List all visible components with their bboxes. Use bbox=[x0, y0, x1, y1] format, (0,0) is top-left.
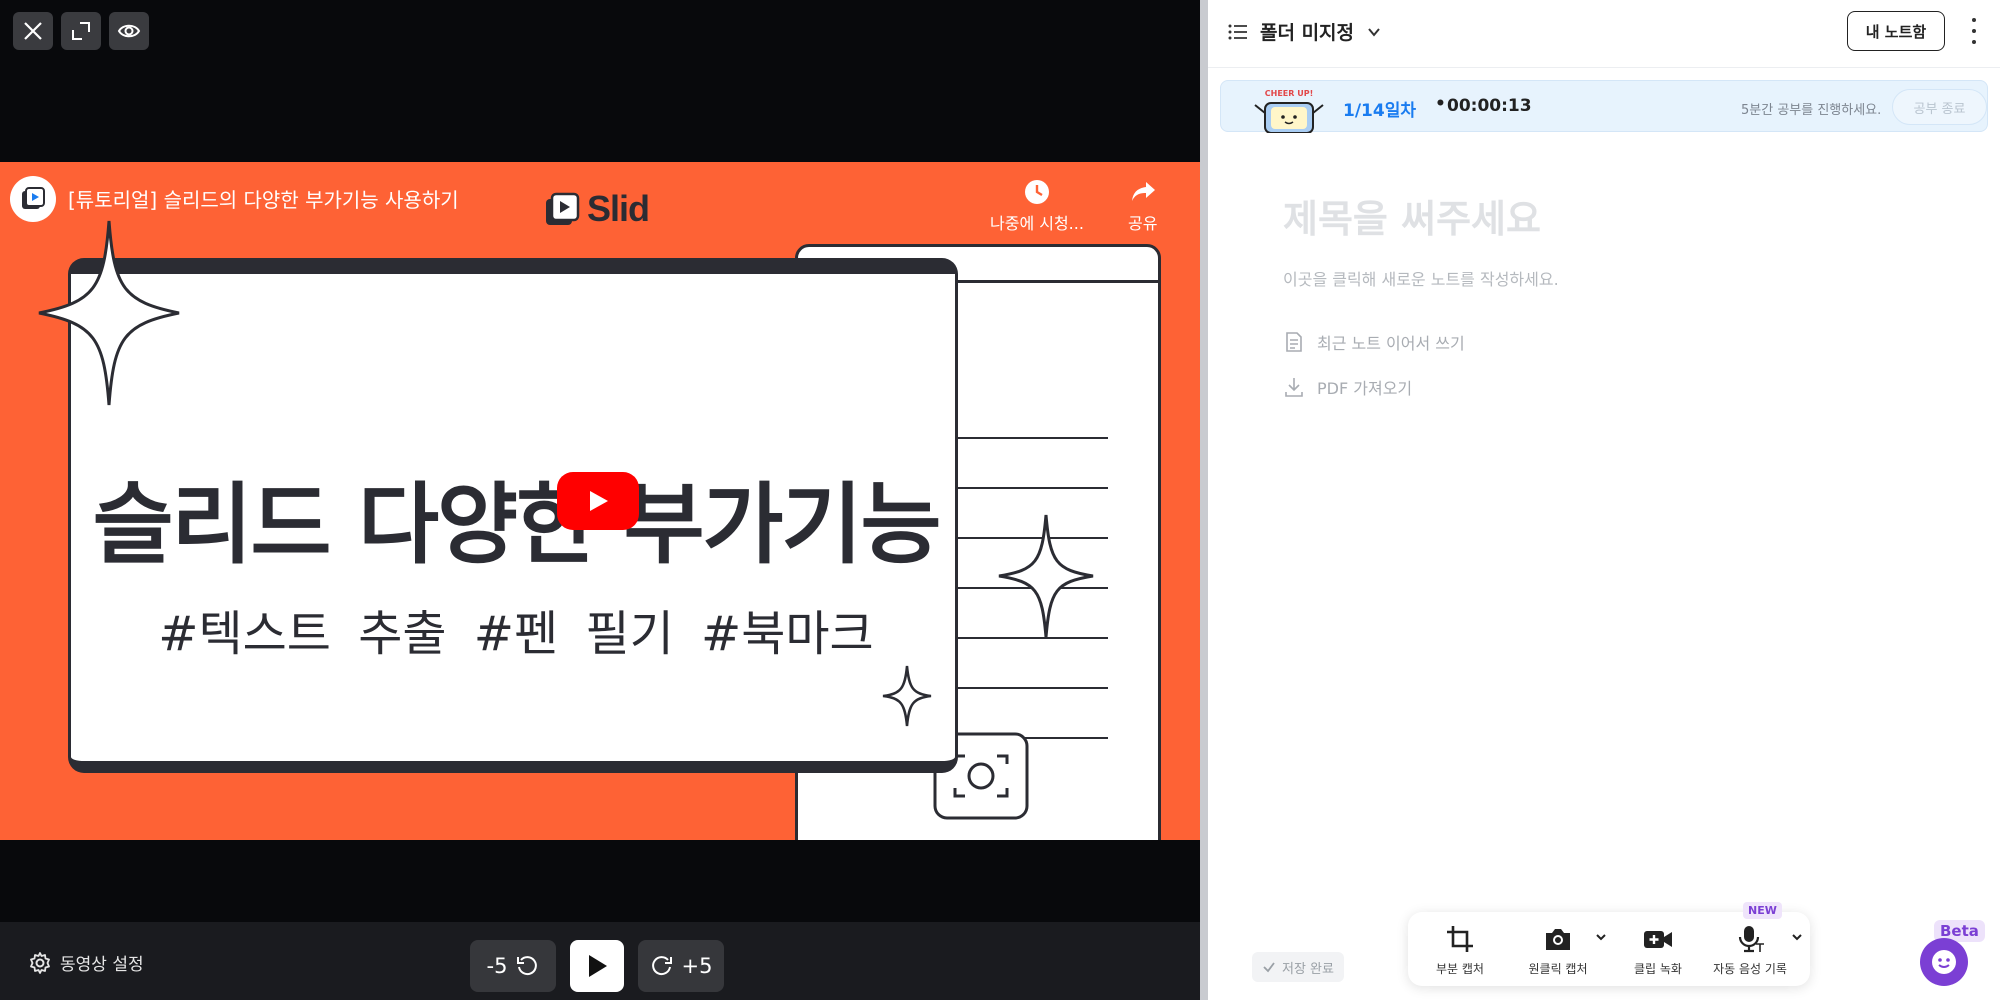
note-title-input[interactable]: 제목을 써주세요 bbox=[1283, 188, 1541, 243]
continue-recent-note-button[interactable]: 최근 노트 이어서 쓰기 bbox=[1283, 330, 1465, 354]
capture-toolbar: 부분 캡처 원클릭 캡처 클립 녹화 자동 음성 기록 bbox=[1408, 912, 1810, 986]
video-panel: 슬리드 다양한 부가기능 #텍스트 추출 #펜 필기 #북마크 [튜토리얼] 슬… bbox=[0, 0, 1200, 1000]
share-icon bbox=[1131, 182, 1155, 201]
play-icon bbox=[590, 491, 608, 511]
watch-later-button[interactable]: 나중에 시청... bbox=[990, 178, 1084, 234]
clip-record-label: 클립 녹화 bbox=[1634, 962, 1682, 976]
microphone-icon bbox=[1738, 926, 1764, 953]
sparkle-large-icon bbox=[38, 220, 180, 406]
folder-label: 폴더 미지정 bbox=[1260, 22, 1355, 44]
svg-text:CHEER UP!: CHEER UP! bbox=[1265, 89, 1313, 98]
import-pdf-label: PDF 가져오기 bbox=[1317, 379, 1413, 398]
thumbnail-main-card: 슬리드 다양한 부가기능 #텍스트 추출 #펜 필기 #북마크 bbox=[68, 258, 958, 773]
thumbnail-title: 슬리드 다양한 부가기능 bbox=[92, 473, 942, 576]
camera-icon bbox=[1546, 929, 1570, 950]
video-player[interactable]: 슬리드 다양한 부가기능 #텍스트 추출 #펜 필기 #북마크 [튜토리얼] 슬… bbox=[0, 162, 1200, 840]
chevron-down-icon[interactable] bbox=[1790, 930, 1804, 944]
one-click-capture-label: 원클릭 캡처 bbox=[1528, 962, 1588, 976]
one-click-capture-button[interactable]: 원클릭 캡처 bbox=[1520, 924, 1596, 977]
cheer-up-sticker: CHEER UP! bbox=[1254, 89, 1324, 133]
share-button[interactable]: 공유 bbox=[1128, 178, 1157, 234]
chat-button[interactable] bbox=[1920, 938, 1968, 986]
folder-selector[interactable]: 폴더 미지정 bbox=[1228, 18, 1382, 45]
study-hint: 5분간 공부를 진행하세요. bbox=[1741, 103, 1882, 118]
thumbnail-tags: #텍스트 추출 #펜 필기 #북마크 bbox=[158, 606, 874, 662]
visibility-button[interactable] bbox=[109, 12, 149, 50]
video-controls-bar: 동영상 설정 -5 +5 bbox=[0, 922, 1200, 1000]
close-icon bbox=[24, 22, 42, 40]
continue-recent-note-label: 최근 노트 이어서 쓰기 bbox=[1317, 334, 1465, 353]
youtube-play-button[interactable] bbox=[557, 472, 639, 530]
eye-icon bbox=[117, 24, 141, 38]
chevron-down-icon[interactable] bbox=[1594, 930, 1608, 944]
partial-capture-label: 부분 캡처 bbox=[1436, 962, 1484, 976]
note-panel: 폴더 미지정 내 노트함 CHEER UP! 1/14일차 • 00:00:13… bbox=[1208, 0, 2000, 1000]
channel-avatar[interactable] bbox=[10, 176, 56, 222]
clip-record-button[interactable]: 클립 녹화 bbox=[1630, 924, 1686, 977]
download-icon bbox=[1285, 378, 1303, 397]
study-session-bar: CHEER UP! 1/14일차 • 00:00:13 5분간 공부를 진행하세… bbox=[1220, 80, 1988, 133]
note-icon bbox=[1286, 332, 1302, 352]
slid-logo-icon bbox=[546, 192, 580, 225]
slid-brand: Slid bbox=[545, 188, 650, 230]
gear-icon bbox=[30, 951, 50, 974]
rewind-label: -5 bbox=[486, 954, 508, 978]
auto-voice-record-button[interactable]: 자동 음성 기록 bbox=[1712, 924, 1788, 977]
close-button[interactable] bbox=[13, 12, 53, 50]
video-camera-icon bbox=[1644, 931, 1672, 948]
share-label: 공유 bbox=[1128, 214, 1158, 233]
partial-capture-button[interactable]: 부분 캡처 bbox=[1430, 924, 1490, 977]
import-pdf-button[interactable]: PDF 가져오기 bbox=[1283, 375, 1412, 399]
rewind-5-button[interactable]: -5 bbox=[470, 940, 556, 992]
study-separator: • bbox=[1435, 94, 1446, 114]
video-settings-label: 동영상 설정 bbox=[60, 955, 144, 975]
forward-icon bbox=[651, 956, 672, 976]
beta-chat-widget[interactable]: Beta bbox=[1920, 920, 1988, 988]
note-body-editor[interactable]: 이곳을 클릭해 새로운 노트를 작성하세요. bbox=[1283, 266, 1559, 290]
play-icon bbox=[589, 955, 607, 977]
save-status-label: 저장 완료 bbox=[1282, 961, 1334, 977]
end-study-button[interactable]: 공부 종료 bbox=[1892, 89, 1987, 125]
chevron-down-icon bbox=[1368, 27, 1380, 37]
sparkle-icon bbox=[882, 665, 932, 727]
rewind-icon bbox=[517, 956, 538, 976]
check-icon bbox=[1263, 962, 1275, 973]
save-status: 저장 완료 bbox=[1252, 952, 1344, 982]
note-header: 폴더 미지정 내 노트함 bbox=[1208, 0, 2000, 68]
play-button[interactable] bbox=[570, 940, 624, 992]
crop-icon bbox=[1447, 926, 1473, 952]
slid-logo-text: Slid bbox=[587, 188, 650, 229]
panel-resize-handle[interactable] bbox=[1200, 0, 1208, 1000]
study-day-counter: 1/14일차 bbox=[1343, 101, 1416, 121]
chat-bot-icon bbox=[1932, 950, 1956, 974]
forward-5-button[interactable]: +5 bbox=[638, 940, 724, 992]
sparkle-medium-icon bbox=[998, 514, 1094, 638]
study-timer: 00:00:13 bbox=[1447, 96, 1532, 116]
video-title[interactable]: [튜토리얼] 슬리드의 다양한 부가기능 사용하기 bbox=[68, 184, 459, 213]
minimize-icon bbox=[72, 22, 90, 40]
new-badge: NEW bbox=[1743, 902, 1782, 919]
slid-logo-icon bbox=[22, 187, 45, 209]
video-settings-button[interactable]: 동영상 설정 bbox=[28, 950, 144, 975]
list-icon bbox=[1228, 24, 1247, 39]
auto-voice-record-label: 자동 음성 기록 bbox=[1713, 962, 1787, 976]
clock-icon bbox=[1024, 180, 1049, 204]
my-notes-button[interactable]: 내 노트함 bbox=[1847, 11, 1945, 51]
more-options-icon[interactable] bbox=[1964, 18, 1984, 44]
watch-later-label: 나중에 시청... bbox=[990, 214, 1084, 233]
collapse-button[interactable] bbox=[61, 12, 101, 50]
forward-label: +5 bbox=[681, 954, 713, 978]
